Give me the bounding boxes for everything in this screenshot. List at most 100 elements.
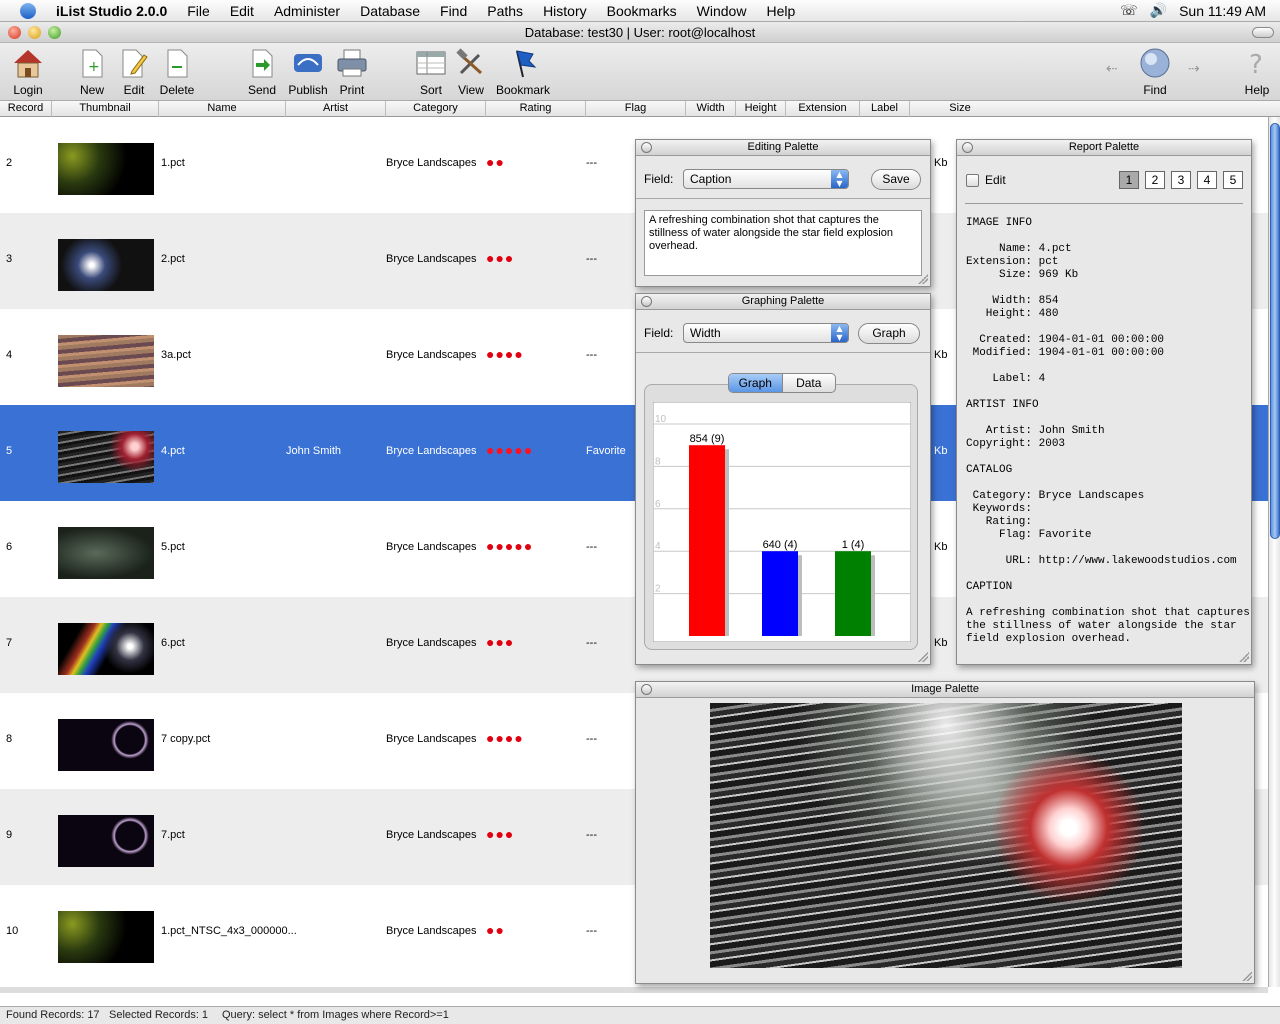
menu-administer[interactable]: Administer <box>264 3 350 19</box>
page-button-5[interactable]: 5 <box>1223 171 1243 189</box>
category-cell: Bryce Landscapes <box>386 637 477 649</box>
menu-window[interactable]: Window <box>687 3 757 19</box>
resize-grip-icon[interactable] <box>918 652 928 662</box>
thumbnail-image[interactable] <box>58 143 154 195</box>
page-button-1[interactable]: 1 <box>1119 171 1139 189</box>
editing-palette-titlebar[interactable]: Editing Palette <box>636 140 930 156</box>
find-button[interactable]: Find <box>1138 45 1172 97</box>
send-button[interactable]: Send <box>246 45 278 97</box>
report-palette-titlebar[interactable]: Report Palette <box>957 140 1251 156</box>
name-cell: 7.pct <box>161 829 185 841</box>
page-button-2[interactable]: 2 <box>1145 171 1165 189</box>
caption-textarea[interactable]: A refreshing combination shot that captu… <box>644 210 922 276</box>
record-cell: 10 <box>6 925 19 937</box>
page-button-3[interactable]: 3 <box>1171 171 1191 189</box>
sort-button[interactable]: Sort <box>415 45 447 97</box>
new-button[interactable]: + New <box>76 45 108 97</box>
thumbnail-image[interactable] <box>58 239 154 291</box>
col-width[interactable]: Width <box>686 101 736 117</box>
col-extension[interactable]: Extension <box>786 101 860 117</box>
graph-button[interactable]: Graph <box>858 323 920 344</box>
report-size: Size: 969 Kb <box>966 269 1079 281</box>
image-palette-title: Image Palette <box>911 683 979 695</box>
col-flag[interactable]: Flag <box>586 101 686 117</box>
col-rating[interactable]: Rating <box>486 101 586 117</box>
menu-paths[interactable]: Paths <box>477 3 533 19</box>
scrollbar-thumb[interactable] <box>1270 123 1280 539</box>
flag-cell: --- <box>586 733 597 745</box>
view-button[interactable]: View <box>455 45 487 97</box>
bookmark-button[interactable]: Bookmark <box>496 45 550 97</box>
menu-bookmarks[interactable]: Bookmarks <box>597 3 687 19</box>
report-palette: Report Palette Edit 1 2 3 4 5 IMAGE INFO… <box>956 139 1252 665</box>
record-cell: 3 <box>6 253 13 265</box>
tab-data[interactable]: Data <box>781 374 836 392</box>
field-popup[interactable]: Width ▲ ▼ <box>683 323 849 343</box>
menu-clock[interactable]: Sun 11:49 AM <box>1179 3 1266 19</box>
thumbnail-image[interactable] <box>58 815 154 867</box>
col-height[interactable]: Height <box>736 101 786 117</box>
col-artist[interactable]: Artist <box>286 101 386 117</box>
menu-database[interactable]: Database <box>350 3 430 19</box>
toolbar-toggle-button[interactable] <box>1252 27 1274 38</box>
col-size[interactable]: Size <box>910 101 1010 117</box>
thumbnail-image[interactable] <box>58 623 154 675</box>
print-button[interactable]: Print <box>336 45 368 97</box>
thumbnail-image[interactable] <box>58 527 154 579</box>
close-palette-button[interactable] <box>641 296 652 307</box>
resize-grip-icon[interactable] <box>1239 652 1249 662</box>
close-palette-button[interactable] <box>641 142 652 153</box>
menu-edit[interactable]: Edit <box>220 3 264 19</box>
save-button[interactable]: Save <box>871 169 921 190</box>
resize-grip-icon[interactable] <box>918 274 928 284</box>
vertical-scrollbar[interactable] <box>1268 117 1280 987</box>
edit-checkbox[interactable] <box>966 174 979 187</box>
col-name[interactable]: Name <box>159 101 286 117</box>
found-records: Found Records: 17 <box>6 1009 100 1021</box>
thumbnail-image[interactable] <box>58 911 154 963</box>
selected-image-preview[interactable] <box>710 703 1182 968</box>
phone-icon[interactable]: ☏ <box>1120 3 1138 19</box>
col-category[interactable]: Category <box>386 101 486 117</box>
thumbnail-image[interactable] <box>58 335 154 387</box>
menu-find[interactable]: Find <box>430 3 477 19</box>
resize-grip-icon[interactable] <box>1242 971 1252 981</box>
page-button-4[interactable]: 4 <box>1197 171 1217 189</box>
thumbnail-image[interactable] <box>58 719 154 771</box>
editing-palette: Editing Palette Field: Caption ▲ ▼ Save A… <box>635 139 931 287</box>
col-record[interactable]: Record <box>0 101 52 117</box>
menu-history[interactable]: History <box>533 3 597 19</box>
close-palette-button[interactable] <box>962 142 973 153</box>
horizontal-divider <box>0 987 1268 993</box>
close-palette-button[interactable] <box>641 684 652 695</box>
menu-help[interactable]: Help <box>756 3 805 19</box>
volume-icon[interactable]: 🔊 <box>1150 3 1167 19</box>
col-label[interactable]: Label <box>860 101 910 117</box>
apple-menu-icon[interactable] <box>20 2 36 19</box>
report-width: Width: 854 <box>966 295 1059 307</box>
forward-arrow-icon[interactable]: ⇢ <box>1188 61 1200 77</box>
menu-file[interactable]: File <box>177 3 220 19</box>
field-popup[interactable]: Caption ▲ ▼ <box>683 169 849 189</box>
help-button[interactable]: ? Help <box>1240 45 1274 97</box>
new-document-icon: + <box>76 47 108 79</box>
tab-graph[interactable]: Graph <box>729 374 782 392</box>
back-arrow-icon[interactable]: ⇠ <box>1106 61 1118 77</box>
publish-button[interactable]: Publish <box>286 45 330 97</box>
login-button[interactable]: Login <box>8 45 48 97</box>
chart-bar <box>835 551 871 636</box>
app-menu[interactable]: iList Studio 2.0.0 <box>46 3 177 19</box>
record-cell: 7 <box>6 637 13 649</box>
edit-button[interactable]: Edit <box>118 45 150 97</box>
col-thumbnail[interactable]: Thumbnail <box>52 101 159 117</box>
zoom-window-button[interactable] <box>48 26 61 39</box>
minimize-window-button[interactable] <box>28 26 41 39</box>
thumbnail-image[interactable] <box>58 431 154 483</box>
name-cell: 7 copy.pct <box>161 733 211 745</box>
graphing-palette-titlebar[interactable]: Graphing Palette <box>636 294 930 310</box>
image-palette-titlebar[interactable]: Image Palette <box>636 682 1254 698</box>
delete-button[interactable]: Delete <box>158 45 196 97</box>
query-text: Query: select * from Images where Record… <box>222 1009 449 1021</box>
close-window-button[interactable] <box>8 26 21 39</box>
window-titlebar[interactable]: Database: test30 | User: root@localhost <box>0 22 1280 43</box>
